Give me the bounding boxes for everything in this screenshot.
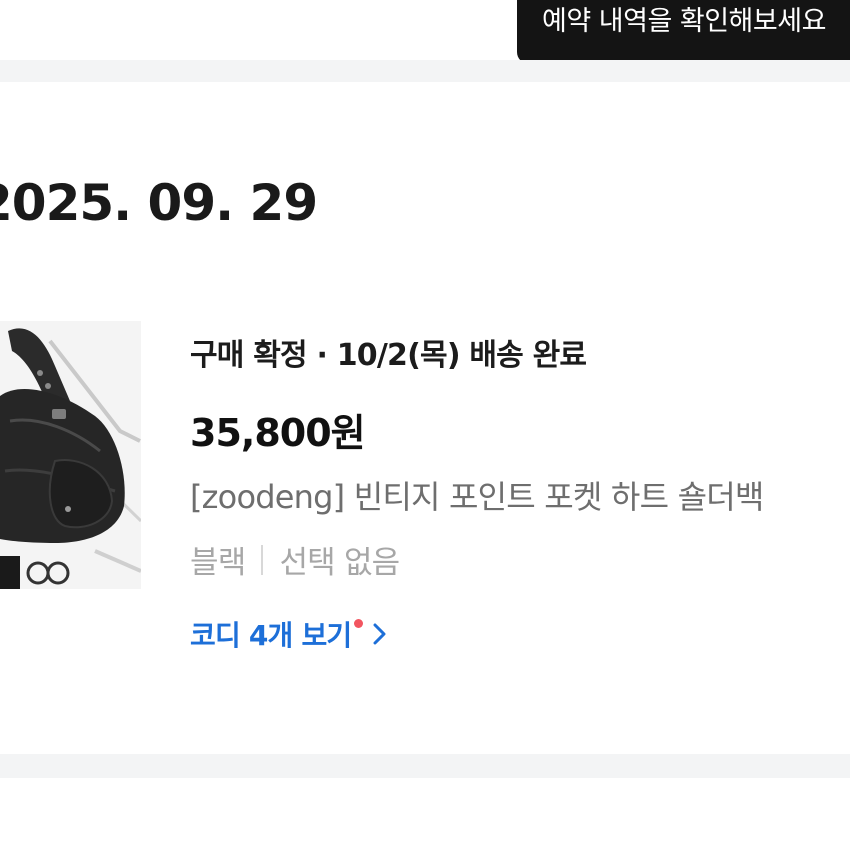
section-divider-top	[0, 60, 850, 82]
tooltip-text: 예약 내역을 확인해보세요	[542, 6, 826, 37]
product-name[interactable]: [zoodeng] 빈티지 포인트 포켓 하트 숄더백	[190, 472, 850, 518]
chevron-right-icon	[373, 623, 387, 645]
order-history-screen: 예약 내역을 확인해보세요 2025. 09. 29 구매 확정 · 10/2(…	[0, 0, 850, 850]
bag-image-icon	[0, 321, 141, 589]
order-price: 35,800원	[190, 411, 366, 455]
reservation-tooltip[interactable]: 예약 내역을 확인해보세요	[517, 0, 850, 64]
product-options: 블랙 선택 없음	[190, 537, 400, 582]
view-codi-link[interactable]: 코디 4개 보기	[190, 614, 387, 654]
section-divider-bottom	[0, 754, 850, 778]
new-badge-dot	[354, 618, 364, 628]
order-date: 2025. 09. 29	[0, 174, 318, 232]
product-thumbnail[interactable]	[0, 321, 141, 589]
next-section	[0, 778, 850, 850]
option-color: 블랙	[190, 545, 246, 581]
option-separator	[261, 544, 264, 575]
order-status: 구매 확정 · 10/2(목) 배송 완료	[190, 338, 587, 373]
option-extra: 선택 없음	[279, 545, 400, 581]
codi-link-label: 코디 4개 보기	[190, 619, 352, 652]
